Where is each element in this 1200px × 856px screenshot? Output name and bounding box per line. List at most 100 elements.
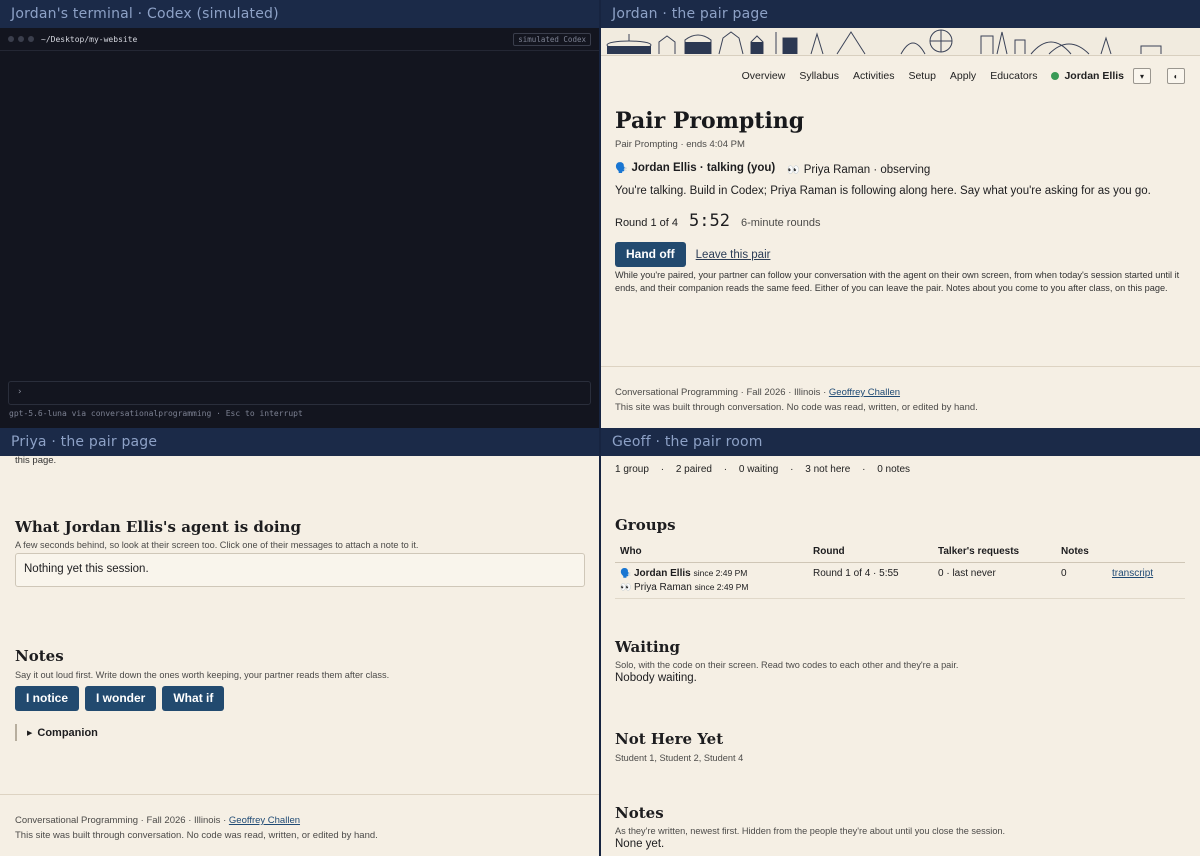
geoff-pane: Geoff · the pair room 1 group · 2 paired…: [601, 428, 1200, 856]
jordan-pane: Jordan · the pair page Overview Syllabus…: [601, 0, 1200, 428]
i-notice-button[interactable]: I notice: [15, 686, 80, 711]
talker-since: since 2:49 PM: [693, 568, 748, 578]
talker-name: Jordan Ellis: [634, 568, 691, 579]
companion-disclosure[interactable]: ▶ Companion: [15, 724, 585, 741]
column-header-notes: Notes: [1056, 542, 1107, 563]
transcript-link[interactable]: transcript: [1112, 568, 1153, 579]
jordan-page: Overview Syllabus Activities Setup Apply…: [601, 28, 1200, 428]
stat-not-here: 3 not here: [805, 464, 851, 475]
note-buttons: I notice I wonder What if: [15, 686, 585, 711]
nav-syllabus[interactable]: Syllabus: [799, 70, 839, 82]
room-notes-section: Notes As they're written, newest first. …: [615, 804, 1185, 850]
eyes-icon: 👀: [787, 164, 800, 176]
nav-setup[interactable]: Setup: [908, 70, 935, 82]
footer-term: Fall 2026: [746, 387, 786, 398]
column-header-who: Who: [615, 542, 808, 563]
theme-toggle-icon[interactable]: ◐: [1167, 68, 1185, 84]
skyline-illustration-icon: [606, 29, 1162, 55]
agent-feed-box[interactable]: Nothing yet this session.: [15, 553, 585, 587]
pane-label-geoff: Geoff · the pair room: [601, 428, 1200, 456]
footer-term: Fall 2026: [146, 815, 186, 826]
footer-sep: ·: [223, 815, 227, 826]
window-dot-icon[interactable]: [8, 36, 14, 42]
i-wonder-button[interactable]: I wonder: [85, 686, 157, 711]
nav-overview[interactable]: Overview: [742, 70, 786, 82]
terminal-window: ~/Desktop/my-website simulated Codex › g…: [0, 28, 599, 428]
notes-heading: Notes: [15, 647, 64, 665]
site-footer: Conversational Programming · Fall 2026 ·…: [0, 794, 599, 841]
footer-credits: Conversational Programming · Fall 2026 ·…: [15, 815, 584, 826]
nav-user-name: Jordan Ellis: [1064, 70, 1124, 82]
round-info: Round 1 of 4 5:52 6-minute rounds: [615, 211, 1187, 231]
room-notes-text: None yet.: [615, 838, 665, 850]
pair-actions: Hand off Leave this pair: [615, 242, 1187, 267]
not-here-section: Not Here Yet Student 1, Student 2, Stude…: [615, 730, 1185, 763]
what-if-button[interactable]: What if: [162, 686, 225, 711]
cell-who: 🗣️ Jordan Ellis since 2:49 PM 👀 Priya Ra…: [615, 562, 808, 599]
waiting-section: Waiting Solo, with the code on their scr…: [615, 638, 1185, 684]
notes-subtitle: Say it out loud first. Write down the on…: [15, 670, 390, 680]
room-notes-heading: Notes: [615, 804, 664, 822]
speaking-head-icon: 🗣️: [615, 162, 628, 174]
footer-author-link[interactable]: Geoffrey Challen: [229, 815, 300, 826]
cell-requests: 0 · last never: [933, 562, 1056, 599]
footer-sep: ·: [188, 815, 192, 826]
round-timer: 5:52: [689, 211, 730, 231]
nav-apply[interactable]: Apply: [950, 70, 976, 82]
waiting-text: Nobody waiting.: [615, 672, 697, 684]
observer-label: Priya Raman · observing: [803, 164, 931, 176]
notes-section: Notes Say it out loud first. Write down …: [15, 647, 585, 741]
agent-subtitle: A few seconds behind, so look at their s…: [15, 540, 419, 550]
column-header-requests: Talker's requests: [933, 542, 1056, 563]
nav-educators[interactable]: Educators: [990, 70, 1037, 82]
footer-course: Conversational Programming: [15, 815, 139, 826]
footer-school: Illinois: [194, 815, 221, 826]
priya-pane: Priya · the pair page this page. What Jo…: [0, 428, 599, 856]
waiting-subtitle: Solo, with the code on their screen. Rea…: [615, 660, 959, 670]
footer-author-link[interactable]: Geoffrey Challen: [829, 387, 900, 398]
eyes-icon: 👀: [620, 582, 632, 592]
observer-entry: 👀 Priya Raman since 2:49 PM: [620, 582, 803, 593]
cell-actions: transcript: [1107, 562, 1185, 599]
column-header-actions: [1107, 542, 1185, 563]
stat-groups: 1 group: [615, 464, 649, 475]
round-length: 6-minute rounds: [740, 217, 821, 229]
stat-waiting: 0 waiting: [738, 464, 779, 475]
user-menu-chevron-down-icon[interactable]: ▾: [1133, 68, 1151, 84]
nav-user[interactable]: Jordan Ellis: [1051, 70, 1124, 82]
terminal-status: gpt-5.6-luna via conversationalprogrammi…: [9, 409, 303, 418]
footer-sep: ·: [140, 815, 144, 826]
groups-heading: Groups: [615, 516, 676, 534]
hand-off-button[interactable]: Hand off: [615, 242, 686, 267]
window-dot-icon[interactable]: [18, 36, 24, 42]
agent-feed-section: What Jordan Ellis's agent is doing A few…: [15, 518, 585, 587]
footer-sep: ·: [823, 387, 827, 398]
priya-page: this page. What Jordan Ellis's agent is …: [0, 456, 599, 856]
nav-activities[interactable]: Activities: [853, 70, 894, 82]
footer-credits: Conversational Programming · Fall 2026 ·…: [615, 387, 1186, 398]
observer-name: Priya Raman: [634, 582, 692, 593]
table-row: 🗣️ Jordan Ellis since 2:49 PM 👀 Priya Ra…: [615, 562, 1185, 599]
talker-label: Jordan Ellis · talking (you): [631, 162, 776, 174]
stat-sep: ·: [790, 464, 794, 475]
footer-sep: ·: [788, 387, 792, 398]
talker-entry: 🗣️ Jordan Ellis since 2:49 PM: [620, 568, 803, 579]
online-status-icon: [1051, 72, 1060, 80]
page-title: Pair Prompting: [615, 108, 805, 134]
session-subtitle: Pair Prompting · ends 4:04 PM: [615, 139, 745, 150]
geoff-page: 1 group · 2 paired · 0 waiting · 3 not h…: [601, 456, 1200, 856]
agent-heading: What Jordan Ellis's agent is doing: [15, 518, 301, 536]
not-here-list: Student 1, Student 2, Student 4: [615, 753, 744, 763]
window-dot-icon[interactable]: [28, 36, 34, 42]
prompt-input[interactable]: ›: [8, 381, 591, 405]
leave-pair-link[interactable]: Leave this pair: [696, 249, 771, 261]
stat-notes: 0 notes: [877, 464, 911, 475]
footer-note: This site was built through conversation…: [615, 402, 978, 413]
cut-off-text: this page.: [15, 456, 57, 466]
room-notes-subtitle: As they're written, newest first. Hidden…: [615, 826, 1006, 836]
skyline-banner: [601, 28, 1200, 56]
footer-sep: ·: [740, 387, 744, 398]
not-here-heading: Not Here Yet: [615, 730, 724, 748]
stat-sep: ·: [660, 464, 665, 475]
table-header: Who Round Talker's requests Notes: [615, 542, 1185, 563]
